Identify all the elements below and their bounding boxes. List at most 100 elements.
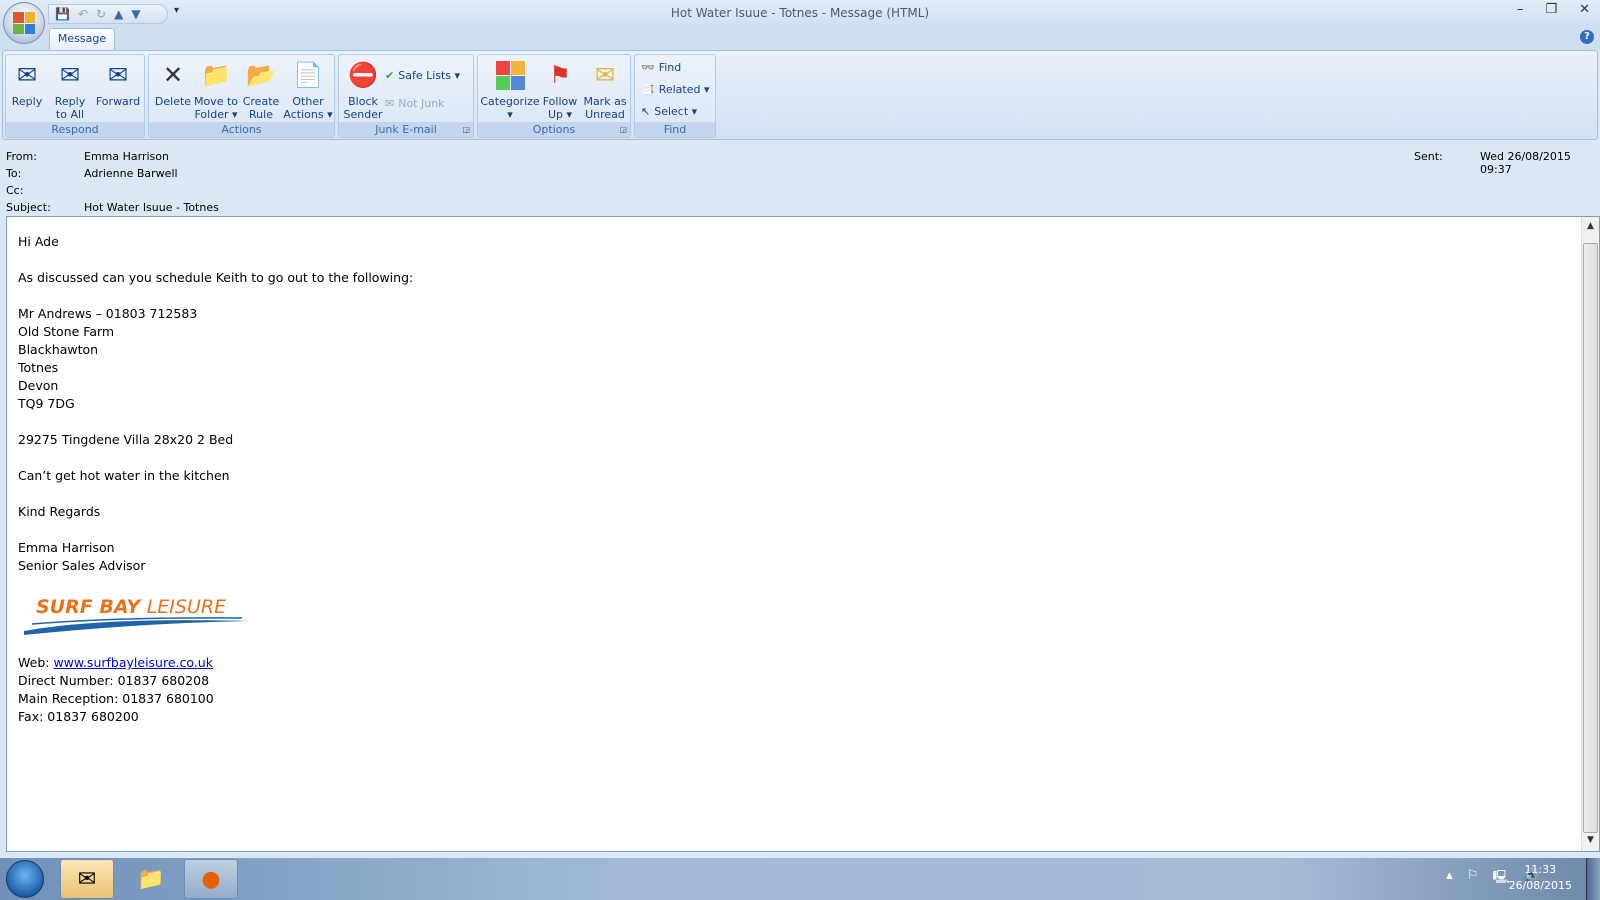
office-logo-icon <box>13 12 35 34</box>
rule-label-2: Rule <box>249 108 273 121</box>
to-value[interactable]: Adrienne Barwell <box>84 167 178 180</box>
delete-label: Delete <box>154 95 192 108</box>
greeting: Hi Ade <box>18 234 59 249</box>
scroll-down-icon[interactable]: ▼ <box>1582 835 1599 851</box>
close-button[interactable]: ✕ <box>1579 2 1590 17</box>
main-reception: Main Reception: 01837 680100 <box>18 691 214 706</box>
scroll-up-icon[interactable]: ▲ <box>1582 221 1599 237</box>
find-group: 👓 Find 📑 Related ▾ ↖ Select ▾ Find <box>634 54 716 138</box>
issue-text: Can’t get hot water in the kitchen <box>18 468 230 483</box>
not-junk-button[interactable]: ✉ Not Junk <box>385 93 445 113</box>
firefox-icon: ● <box>201 866 221 892</box>
svg-text:SURF BAY LEISURE: SURF BAY LEISURE <box>36 596 226 618</box>
firefox-taskbar-button[interactable]: ● <box>184 859 238 899</box>
mark-unread-button[interactable]: ✉ Mark as Unread <box>582 57 628 122</box>
clock[interactable]: 11:33 26/08/2015 <box>1509 862 1572 894</box>
message-header: From: Emma Harrison To: Adrienne Barwell… <box>0 142 1600 216</box>
forward-button[interactable]: ✉ Forward <box>94 57 142 109</box>
create-rule-button[interactable]: 📂 Create Rule <box>241 57 281 122</box>
related-button[interactable]: 📑 Related ▾ <box>641 79 710 99</box>
categorize-label-2: ▾ <box>507 108 513 121</box>
reply-icon: ✉ <box>16 60 38 89</box>
help-icon[interactable]: ? <box>1580 30 1594 44</box>
quick-access-toolbar: 💾 ↶ ↻ ▲ ▼ <box>48 4 168 24</box>
ribbon: ✉ Reply ✉ Reply to All ✉ Forward Respond ✕ De… <box>2 50 1598 140</box>
action-center-flag-icon[interactable]: ⚐ <box>1467 868 1479 890</box>
subject-value: Hot Water Isuue - Totnes <box>84 201 219 214</box>
block-label: Block <box>348 95 378 108</box>
address-line: TQ9 7DG <box>18 396 75 411</box>
signature-name: Emma Harrison <box>18 540 115 555</box>
explorer-taskbar-button[interactable]: 📁 <box>124 859 178 899</box>
from-label: From: <box>6 150 37 163</box>
select-label: Select ▾ <box>654 104 698 118</box>
cc-label: Cc: <box>6 184 24 197</box>
scroll-thumb[interactable] <box>1583 243 1598 833</box>
dialog-launcher-icon[interactable]: ◲ <box>619 125 627 134</box>
block-sender-icon: ⛔ <box>348 60 378 89</box>
address-line: Devon <box>18 378 59 393</box>
delete-icon: ✕ <box>162 60 184 89</box>
folder-icon: 📁 <box>137 866 165 892</box>
move-to-folder-button[interactable]: 📁 Move to Folder ▾ <box>193 57 239 122</box>
move-label-2: Folder ▾ <box>194 108 238 121</box>
reply-all-label-2: to All <box>55 108 85 121</box>
delete-button[interactable]: ✕ Delete <box>153 57 193 109</box>
junk-group: ⛔ Block Sender ✔ Safe Lists ▾ ✉ Not Junk Jun… <box>338 54 474 138</box>
undo-icon[interactable]: ↶ <box>78 7 88 21</box>
options-group-label: Options <box>478 122 630 137</box>
other-actions-button[interactable]: 📄 Other Actions ▾ <box>283 57 333 122</box>
web-label: Web: <box>18 655 54 670</box>
forward-label: Forward <box>95 95 141 108</box>
follow-up-button[interactable]: ⚑ Follow Up ▾ <box>540 57 580 122</box>
show-hidden-icons-icon[interactable]: ▴ <box>1446 868 1453 890</box>
mark-unread-label: Mark as <box>583 95 627 108</box>
categorize-button[interactable]: Categorize ▾ <box>480 57 540 121</box>
restore-button[interactable]: ❐ <box>1545 2 1557 17</box>
customize-qat-icon[interactable]: ▾ <box>174 5 179 16</box>
outlook-taskbar-button[interactable]: ✉ <box>60 859 114 899</box>
intro-text: As discussed can you schedule Keith to g… <box>18 270 414 285</box>
start-button[interactable] <box>6 860 44 898</box>
network-icon[interactable]: 🖳 <box>1492 868 1509 890</box>
categorize-icon <box>494 59 526 91</box>
message-body[interactable]: Hi Ade As discussed can you schedule Kei… <box>6 216 1600 852</box>
show-desktop-button[interactable] <box>1586 858 1600 900</box>
address-line: Mr Andrews – 01803 712583 <box>18 306 198 321</box>
vertical-scrollbar[interactable]: ▲ ▼ <box>1581 217 1599 851</box>
sent-value: Wed 26/08/2015 09:37 <box>1480 150 1571 176</box>
find-group-label: Find <box>635 122 715 137</box>
safe-lists-button[interactable]: ✔ Safe Lists ▾ <box>385 65 460 85</box>
tab-message[interactable]: Message <box>49 28 115 50</box>
cursor-icon: ↖ <box>641 104 651 118</box>
find-button[interactable]: 👓 Find <box>641 57 681 77</box>
direct-number: Direct Number: 01837 680208 <box>18 673 210 688</box>
follow-up-label-2: Up ▾ <box>547 108 573 121</box>
follow-up-label: Follow <box>542 95 578 108</box>
office-button[interactable] <box>3 2 45 44</box>
safe-lists-label: Safe Lists ▾ <box>398 68 461 82</box>
reply-button[interactable]: ✉ Reply <box>10 57 44 109</box>
actions-group-label: Actions <box>149 122 334 137</box>
other-label-2: Actions ▾ <box>283 108 333 121</box>
save-icon[interactable]: 💾 <box>55 7 70 21</box>
next-item-icon[interactable]: ▼ <box>131 7 140 21</box>
website-link[interactable]: www.surfbayleisure.co.uk <box>53 655 213 670</box>
address-line: Totnes <box>18 360 59 375</box>
clock-date: 26/08/2015 <box>1508 879 1572 892</box>
rule-label: Create <box>242 95 280 108</box>
previous-item-icon[interactable]: ▲ <box>114 7 123 21</box>
binoculars-icon: 👓 <box>641 60 655 74</box>
select-button[interactable]: ↖ Select ▾ <box>641 101 697 121</box>
minimize-button[interactable]: – <box>1517 2 1524 17</box>
fax-number: Fax: 01837 680200 <box>18 709 139 724</box>
block-sender-button[interactable]: ⛔ Block Sender <box>343 57 383 122</box>
reply-all-button[interactable]: ✉ Reply to All <box>50 57 90 122</box>
dialog-launcher-icon[interactable]: ◲ <box>462 125 470 134</box>
redo-icon[interactable]: ↻ <box>96 7 106 21</box>
from-value[interactable]: Emma Harrison <box>84 150 169 163</box>
subject-label: Subject: <box>6 201 51 214</box>
forward-icon: ✉ <box>107 60 129 89</box>
reply-all-icon: ✉ <box>59 60 81 89</box>
respond-group-label: Respond <box>6 122 144 137</box>
